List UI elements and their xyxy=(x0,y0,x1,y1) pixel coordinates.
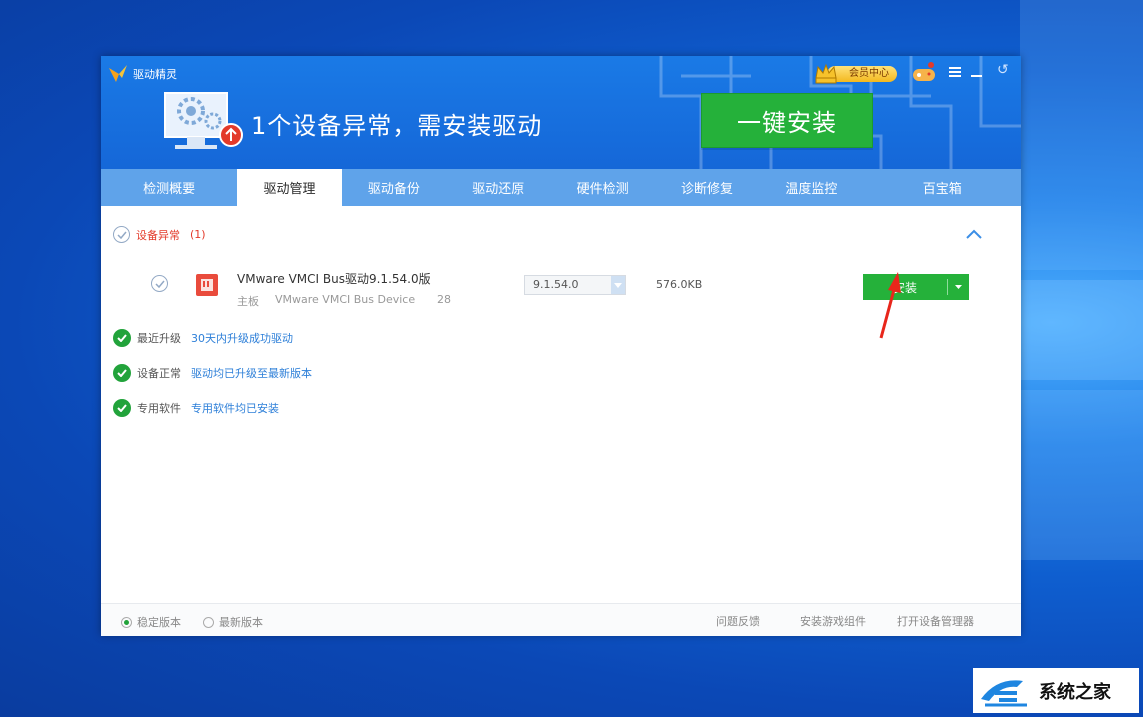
app-window: 驱动精灵 会员中心 ↺ 1个设备异常，需安装驱动 一键安装 检测概要 驱动管理 … xyxy=(101,56,1021,636)
status-special-software: 专用软件 专用软件均已安装 xyxy=(113,399,279,417)
driver-row: VMware VMCI Bus驱动9.1.54.0版 主板 VMware VMC… xyxy=(151,264,981,314)
radio-latest-version[interactable]: 最新版本 xyxy=(203,614,263,630)
install-dropdown-icon[interactable] xyxy=(948,274,969,300)
status-title: 设备正常 xyxy=(137,367,181,380)
restore-icon[interactable]: ↺ xyxy=(997,62,1011,78)
desktop-light-beam xyxy=(1020,0,1143,270)
abnormal-section-header[interactable]: 设备异常 (1) xyxy=(113,226,206,243)
tab-temperature-monitor[interactable]: 温度监控 xyxy=(759,169,863,206)
driver-category: 主板 xyxy=(237,295,259,308)
app-logo-icon xyxy=(109,65,127,82)
footer-bar: 稳定版本 最新版本 问题反馈 安装游戏组件 打开设备管理器 xyxy=(101,603,1021,636)
status-title: 专用软件 xyxy=(137,402,181,415)
green-check-icon xyxy=(113,364,131,382)
chevron-down-icon[interactable] xyxy=(611,276,625,294)
tab-toolbox[interactable]: 百宝箱 xyxy=(864,169,1022,206)
desktop-light-beam xyxy=(1020,280,1143,380)
radio-label: 稳定版本 xyxy=(137,616,181,629)
section-count: (1) xyxy=(190,228,206,241)
section-title: 设备异常 xyxy=(136,228,180,242)
tab-driver-restore[interactable]: 驱动还原 xyxy=(446,169,550,206)
vip-crown-icon xyxy=(815,63,837,84)
tab-overview[interactable]: 检测概要 xyxy=(101,169,237,206)
feedback-link[interactable]: 问题反馈 xyxy=(716,613,760,629)
status-title: 最近升级 xyxy=(137,332,181,345)
menu-icon[interactable] xyxy=(949,67,961,77)
radio-unselected-icon[interactable] xyxy=(203,616,214,628)
status-link[interactable]: 专用软件均已安装 xyxy=(191,400,279,416)
motherboard-chip-icon xyxy=(196,274,218,296)
green-check-icon xyxy=(113,399,131,417)
main-content: 设备异常 (1) VMware VMCI Bus驱动9.1.54.0版 主板 V… xyxy=(101,206,1021,603)
watermark: 系统之家 xyxy=(973,668,1139,713)
status-recent-upgrade: 最近升级 30天内升级成功驱动 xyxy=(113,329,293,347)
tab-diagnose-repair[interactable]: 诊断修复 xyxy=(655,169,759,206)
section-checkbox[interactable] xyxy=(113,226,130,243)
status-link[interactable]: 驱动均已升级至最新版本 xyxy=(191,365,312,381)
vip-center-button[interactable]: 会员中心 xyxy=(813,63,899,84)
tab-hardware-check[interactable]: 硬件检测 xyxy=(550,169,654,206)
radio-selected-icon[interactable] xyxy=(121,616,132,628)
radio-stable-version[interactable]: 稳定版本 xyxy=(121,614,181,630)
driver-date: 28 xyxy=(437,293,451,306)
check-icon xyxy=(154,280,165,288)
chevron-up-icon[interactable] xyxy=(965,228,983,240)
one-key-install-button[interactable]: 一键安装 xyxy=(701,93,873,148)
status-link[interactable]: 30天内升级成功驱动 xyxy=(191,330,293,346)
version-value: 9.1.54.0 xyxy=(533,278,579,291)
app-logo: 驱动精灵 xyxy=(107,64,177,84)
device-warning-illustration xyxy=(164,92,243,149)
status-device-normal: 设备正常 驱动均已升级至最新版本 xyxy=(113,364,312,382)
open-device-manager-link[interactable]: 打开设备管理器 xyxy=(897,613,974,629)
check-icon xyxy=(116,231,127,239)
status-headline: 1个设备异常，需安装驱动 xyxy=(251,112,543,140)
watermark-logo-icon xyxy=(981,679,1027,706)
version-select[interactable]: 9.1.54.0 xyxy=(524,275,626,295)
tab-driver-management[interactable]: 驱动管理 xyxy=(237,169,342,206)
tab-driver-backup[interactable]: 驱动备份 xyxy=(342,169,446,206)
driver-size: 576.0KB xyxy=(656,278,703,291)
desktop-light-beam xyxy=(1020,390,1143,560)
install-game-components-link[interactable]: 安装游戏组件 xyxy=(800,613,866,629)
driver-checkbox[interactable] xyxy=(151,275,168,292)
driver-device-name: VMware VMCI Bus Device xyxy=(275,293,416,306)
tab-bar: 检测概要 驱动管理 驱动备份 驱动还原 硬件检测 诊断修复 温度监控 百宝箱 xyxy=(101,169,1021,206)
gamepad-icon[interactable] xyxy=(911,62,937,84)
app-header: 驱动精灵 会员中心 ↺ 1个设备异常，需安装驱动 一键安装 xyxy=(101,56,1021,169)
minimize-icon[interactable] xyxy=(971,75,982,77)
driver-name: VMware VMCI Bus驱动9.1.54.0版 xyxy=(237,272,431,286)
app-title: 驱动精灵 xyxy=(133,68,177,81)
red-arrow-annotation-icon xyxy=(879,272,901,339)
radio-label: 最新版本 xyxy=(219,616,263,629)
watermark-text: 系统之家 xyxy=(1039,681,1111,703)
green-check-icon xyxy=(113,329,131,347)
